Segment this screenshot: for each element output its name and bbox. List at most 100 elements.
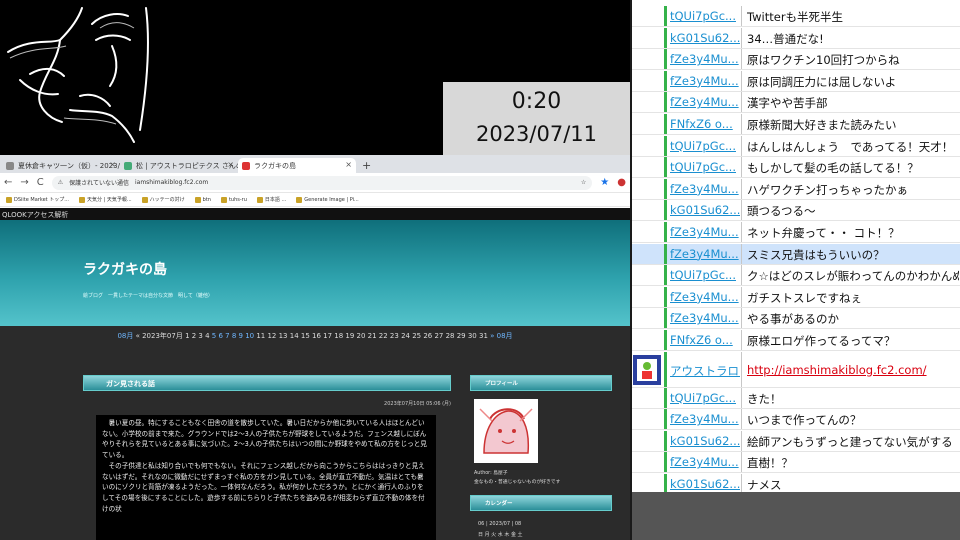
bookmark-item[interactable]: Generate Image | Pi... (296, 196, 359, 203)
comment-row[interactable]: fZe3y4Mu... 漢字やや苦手部 (630, 92, 960, 114)
user-color-bar (664, 409, 667, 430)
comment-user-id[interactable]: tQUi7pGc... (670, 139, 740, 153)
comment-user-id[interactable]: FNfxZ6 o... (670, 117, 740, 131)
comment-user-id[interactable]: tQUi7pGc... (670, 160, 740, 174)
comment-row[interactable]: fZe3y4Mu... やる事があるのか (630, 308, 960, 330)
post-title[interactable]: ガン見される話 (83, 375, 451, 391)
comment-row[interactable]: kG01Su62... 絵師アンもうずっと建ってない気がする (630, 430, 960, 452)
comment-user-id[interactable]: fZe3y4Mu... (670, 225, 740, 239)
comment-user-id[interactable]: kG01Su62... (670, 434, 740, 448)
tab-2[interactable]: 松 | アウストラロピテクス さんの「らくが × (120, 158, 238, 173)
address-url: iamshimakiblog.fc2.com (134, 179, 209, 186)
comment-user-id[interactable]: fZe3y4Mu... (670, 247, 740, 261)
comment-row[interactable]: fZe3y4Mu... ネット弁慶って・・ コト！？ (630, 222, 960, 243)
comment-row[interactable]: fZe3y4Mu... いつまで作ってんの？ (630, 409, 960, 431)
column-separator (741, 243, 742, 264)
comment-user-id[interactable]: fZe3y4Mu... (670, 52, 740, 66)
comment-row[interactable]: fZe3y4Mu... ハゲワクチン打っちゃったかぁ (630, 178, 960, 200)
calendar-bar: 08月 « 2023年07月 1 2 3 4 5 6 7 8 9 10 11 1… (0, 326, 630, 346)
comment-text: 絵師アンもうずっと建ってない気がする (747, 434, 953, 449)
tab-1[interactable]: 夏休倉キャツ一ン（仮）- 2023/ × (2, 158, 120, 173)
column-separator (741, 6, 742, 26)
blog-title[interactable]: ラクガキの島 (83, 259, 167, 279)
comment-row[interactable]: fZe3y4Mu... ガチストスレですねぇ (630, 286, 960, 308)
comment-user-id[interactable]: fZe3y4Mu... (670, 182, 740, 196)
reload-icon[interactable]: C (37, 177, 44, 188)
calendar-nav[interactable]: 06 | 2023/07 | 08 (478, 521, 612, 527)
comment-row[interactable]: tQUi7pGc... ク☆はどのスレが賑わってんのかわかんぬぇ (630, 265, 960, 287)
back-arrow-icon[interactable]: ← (4, 177, 12, 188)
profile-heading: プロフィール (470, 375, 612, 391)
comment-user-id[interactable]: fZe3y4Mu... (670, 290, 740, 304)
bookmark-item[interactable]: btn (194, 196, 211, 203)
comment-avatar-cell (630, 352, 664, 387)
comment-avatar-cell (630, 409, 664, 429)
prev-month-link[interactable]: 08月 (117, 332, 133, 340)
bookmark-star-icon[interactable]: ☆ (581, 179, 586, 186)
bookmark-item[interactable]: tuhs-ru (220, 196, 247, 203)
comment-row[interactable]: kG01Su62... 34…普通だな! (630, 27, 960, 49)
comment-user-id[interactable]: tQUi7pGc... (670, 391, 740, 405)
comment-row[interactable]: fZe3y4Mu... スミス兄貴はもういいの？ (630, 243, 960, 265)
bookmark-item[interactable]: 日本語 ... (256, 196, 286, 203)
comment-user-id[interactable]: FNfxZ6 o... (670, 333, 740, 347)
user-color-bar (664, 474, 667, 492)
bookmarks-bar: DSiite Market トップ... 天気分 | 天気予報... ハッテーの… (0, 193, 630, 207)
bookmark-item[interactable]: 天気分 | 天気予報... (78, 196, 132, 203)
comment-row[interactable]: fZe3y4Mu... 原は同調圧力には屈しないよ (630, 70, 960, 92)
site-favicon-icon (6, 162, 14, 170)
menu-icon[interactable]: ● (617, 177, 626, 188)
tab-label: 松 | アウストラロピテクス さんの「らくが (136, 162, 238, 170)
comment-avatar-cell (630, 179, 664, 199)
comment-user-id[interactable]: fZe3y4Mu... (670, 95, 740, 109)
comment-avatar-cell (630, 92, 664, 112)
comment-row[interactable]: kG01Su62... 頭つるつる〜 (630, 200, 960, 222)
close-icon[interactable]: × (109, 160, 116, 169)
bookmark-item[interactable]: ハッテーの対け (141, 196, 185, 203)
comment-text: もしかして髪の毛の話してる！？ (747, 161, 919, 176)
comment-user-id[interactable]: tQUi7pGc... (670, 9, 740, 23)
comment-avatar-cell (630, 431, 664, 451)
comment-text: ナメス (747, 478, 782, 492)
author-name: Author: 島屋子 (474, 471, 508, 476)
column-separator (741, 474, 742, 492)
forward-arrow-icon[interactable]: → (20, 177, 28, 188)
new-tab-button[interactable]: + (356, 159, 377, 173)
comment-row[interactable]: fZe3y4Mu... 直樹！？ (630, 452, 960, 474)
comment-row[interactable]: FNfxZ6 o... 原様エロゲ作ってるってマ？ (630, 330, 960, 351)
site-favicon-icon (242, 162, 250, 170)
comment-user-id[interactable]: kG01Su62... (670, 203, 740, 217)
comment-row[interactable]: tQUi7pGc... はんしはんしょう であってる！天才！ (630, 135, 960, 157)
comment-user-id[interactable]: kG01Su62... (670, 477, 740, 491)
comment-row[interactable]: kG01Su62... ナメス (630, 474, 960, 492)
extension-icon[interactable]: ★ (600, 177, 609, 188)
blog-header: ラクガキの島 絵ブログ 一貫したテーマは自分な文節 明して（雑他） (0, 220, 630, 326)
comment-user-id[interactable]: アウストラロ... (670, 363, 740, 379)
comment-user-id[interactable]: fZe3y4Mu... (670, 412, 740, 426)
comment-row[interactable]: アウストラロ... http://iamshimakiblog.fc2.com/ (630, 351, 960, 388)
comment-text: 原は同調圧力には屈しないよ (747, 74, 897, 89)
address-bar[interactable]: ⚠ 保護されていない通信 iamshimakiblog.fc2.com ☆ (51, 175, 593, 190)
comment-text: きた！ (747, 391, 782, 406)
comment-user-id[interactable]: kG01Su62... (670, 31, 740, 45)
comment-avatar-cell (630, 114, 664, 134)
comment-row[interactable]: tQUi7pGc... きた！ (630, 387, 960, 409)
close-icon[interactable]: × (345, 160, 352, 169)
comment-link[interactable]: http://iamshimakiblog.fc2.com/ (747, 363, 959, 377)
tab-3-active[interactable]: ラクガキの島 × (238, 158, 356, 173)
comment-row[interactable]: tQUi7pGc... Twitterも半死半生 (630, 6, 960, 27)
comment-user-id[interactable]: fZe3y4Mu... (670, 455, 740, 469)
comment-user-id[interactable]: fZe3y4Mu... (670, 311, 740, 325)
comment-user-id[interactable]: fZe3y4Mu... (670, 74, 740, 88)
comment-row[interactable]: FNfxZ6 o... 原様新聞大好きまた読みたい (630, 114, 960, 135)
qlook-link[interactable]: QLOOKアクセス解析 (0, 208, 630, 220)
next-month-link[interactable]: » 08月 (490, 332, 512, 340)
comment-avatar-cell (630, 287, 664, 307)
comment-row[interactable]: tQUi7pGc... もしかして髪の毛の話してる！？ (630, 157, 960, 179)
comment-user-id[interactable]: tQUi7pGc... (670, 268, 740, 282)
calendar-days-linked[interactable]: 5 6 7 8 9 10 (212, 332, 254, 340)
panel-divider (630, 0, 632, 540)
close-icon[interactable]: × (227, 160, 234, 169)
bookmark-item[interactable]: DSiite Market トップ... (6, 196, 69, 203)
comment-row[interactable]: fZe3y4Mu... 原はワクチン10回打つからね (630, 49, 960, 71)
